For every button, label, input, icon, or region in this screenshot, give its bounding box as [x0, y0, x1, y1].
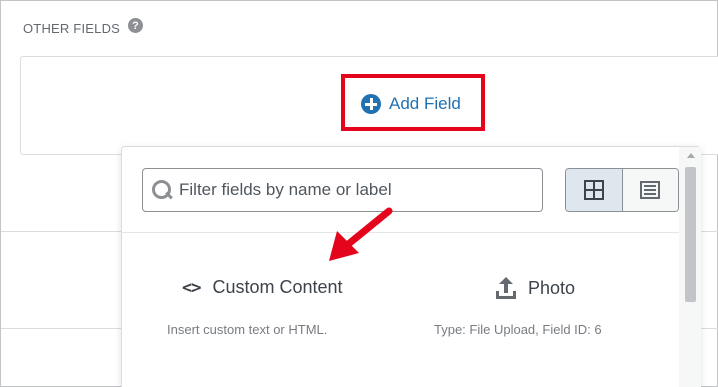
field-option-label: Custom Content [212, 277, 343, 297]
list-view-button[interactable] [622, 169, 678, 211]
field-option-custom-content[interactable]: <> Custom Content [182, 277, 343, 298]
question-circle-icon[interactable]: ? [128, 18, 144, 33]
field-picker-toolbar [122, 147, 700, 233]
editor-panel: OTHER FIELDS ? Add Field Filter fields b… [0, 0, 718, 387]
field-option-description: Type: File Upload, Field ID: 6 [434, 322, 602, 337]
scrollbar[interactable] [679, 147, 701, 387]
search-icon [151, 179, 173, 201]
grid-view-button[interactable] [566, 169, 623, 211]
view-toggle [565, 168, 679, 212]
section-header: OTHER FIELDS ? [23, 18, 144, 36]
list-icon [640, 181, 661, 199]
field-option-photo[interactable]: Photo [496, 277, 575, 299]
scroll-up-arrow-icon[interactable] [687, 153, 695, 158]
section-title: OTHER FIELDS [23, 21, 121, 36]
highlight-box [341, 74, 485, 131]
field-option-description: Insert custom text or HTML. [167, 322, 328, 337]
upload-icon [496, 277, 516, 299]
code-icon: <> [182, 277, 202, 298]
scrollbar-thumb[interactable] [685, 167, 696, 302]
field-picker-dropdown: <> Custom Content Insert custom text or … [121, 146, 701, 387]
annotation-arrow-icon [329, 207, 393, 261]
grid-icon [583, 180, 604, 200]
field-option-label: Photo [528, 277, 576, 298]
